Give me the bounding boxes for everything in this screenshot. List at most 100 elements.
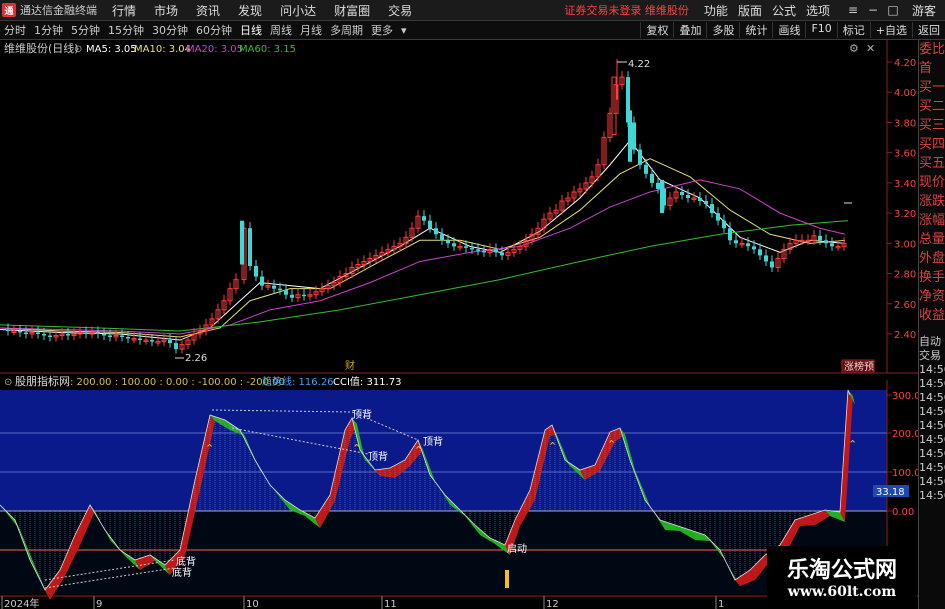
period-multi[interactable]: 多周期: [330, 22, 363, 38]
indicator-tick-label: 0.00: [892, 507, 914, 518]
signal-arrow-icon: ⌃: [205, 442, 214, 455]
stock-name: 维维股份(日线): [4, 41, 79, 55]
low-price-label: 2.26: [185, 353, 207, 364]
period-30min[interactable]: 30分钟: [152, 22, 188, 38]
side-field-label: 买四: [919, 137, 945, 152]
menu-layout[interactable]: 版面: [738, 2, 762, 19]
tool-mark[interactable]: 标记: [836, 22, 870, 38]
settings-gear-icon[interactable]: ⚙: [849, 42, 859, 55]
side-trade-time: 14:56: [919, 447, 945, 460]
top-divergence-1: 顶背: [352, 408, 372, 421]
candle-body: [770, 261, 774, 268]
price-tick-label: 3.60: [894, 149, 916, 160]
bottom-divergence-2: 底背: [172, 566, 192, 579]
period-monthly[interactable]: 月线: [300, 22, 322, 38]
side-field-label: 外盘: [919, 251, 945, 266]
chart-area[interactable]: 维维股份(日线) ⊙ MA5: 3.05 MA10: 3.04 MA20: 3.…: [0, 40, 918, 609]
tool-back[interactable]: 返回: [912, 22, 945, 38]
tool-f10[interactable]: F10: [805, 22, 836, 38]
minimize-icon[interactable]: −: [863, 3, 883, 17]
tool-add-watch[interactable]: +自选: [869, 22, 912, 38]
menu-options[interactable]: 选项: [806, 2, 830, 19]
candle-body: [150, 340, 154, 342]
price-tick-label: 3.00: [894, 239, 916, 250]
period-daily[interactable]: 日线: [240, 22, 262, 38]
date-tick-label: 1: [718, 599, 724, 609]
finance-marker: 财: [345, 359, 355, 372]
candle-body: [48, 335, 52, 338]
close-panel-icon[interactable]: ✕: [866, 42, 875, 55]
menu-formula[interactable]: 公式: [772, 2, 796, 19]
tool-adjust[interactable]: 复权: [640, 22, 673, 38]
tool-overlay[interactable]: 叠加: [673, 22, 706, 38]
period-60min[interactable]: 60分钟: [196, 22, 232, 38]
price-tick-label: 3.40: [894, 179, 916, 190]
menu-news[interactable]: 资讯: [196, 2, 220, 19]
candle-body: [260, 276, 264, 286]
menu-ask[interactable]: 问小达: [280, 2, 316, 19]
chevron-down-icon[interactable]: ▾: [401, 24, 407, 37]
period-bar: 分时 1分钟 5分钟 15分钟 30分钟 60分钟 日线 周线 月线 多周期 更…: [0, 21, 945, 40]
candle-body: [434, 228, 438, 235]
indicator-current-value: 33.18: [876, 487, 905, 498]
side-field-label: 买二: [919, 99, 945, 114]
side-trade-time: 14:56: [919, 391, 945, 404]
candle-body: [138, 338, 142, 341]
candle-body: [746, 243, 750, 247]
tool-stats[interactable]: 统计: [739, 22, 772, 38]
price-tick-label: 2.80: [894, 270, 916, 281]
app-logo-icon: 通: [2, 3, 16, 17]
side-field-label: 净资: [919, 289, 945, 304]
menu-quotes[interactable]: 行情: [112, 2, 136, 19]
indicator-tick-label: 300.0: [892, 391, 918, 402]
menu-wealth[interactable]: 财富圈: [334, 2, 370, 19]
date-tick-label: 9: [96, 599, 102, 609]
side-field-label: 买三: [919, 118, 945, 133]
side-field-label: 买一: [919, 80, 945, 95]
period-5min[interactable]: 5分钟: [71, 22, 100, 38]
indicator-axis: 300.0 200.0 100.0 0.00: [887, 391, 918, 518]
period-intraday[interactable]: 分时: [4, 22, 26, 38]
period-more[interactable]: 更多: [371, 22, 393, 38]
maximize-icon[interactable]: □: [883, 3, 903, 17]
candle-body: [18, 330, 22, 333]
candle-body: [446, 240, 450, 244]
side-trade-time: 14:56: [919, 363, 945, 376]
candle-body: [638, 149, 642, 165]
candle-body: [500, 252, 504, 256]
period-15min[interactable]: 15分钟: [108, 22, 144, 38]
period-1min[interactable]: 1分钟: [34, 22, 63, 38]
candle-body: [686, 194, 690, 198]
tool-multi[interactable]: 多股: [706, 22, 739, 38]
top-divergence-2: 顶背: [368, 450, 388, 463]
guest-label[interactable]: 游客: [912, 2, 936, 19]
candle-body: [494, 249, 498, 253]
ma20-label: MA20: 3.05: [186, 44, 243, 55]
tool-draw[interactable]: 画线: [772, 22, 805, 38]
legend-toggle-icon[interactable]: ⊙: [74, 44, 82, 55]
candle-body: [440, 234, 444, 241]
login-status[interactable]: 证券交易未登录 维维股份: [564, 2, 689, 18]
indicator-toggle-icon[interactable]: ⊙: [4, 377, 12, 388]
candle-body: [656, 182, 660, 189]
ma60-label: MA60: 3.15: [239, 44, 296, 55]
menu-discover[interactable]: 发现: [238, 2, 262, 19]
signal-arrow-icon: ⌃: [352, 442, 361, 455]
price-tick-label: 2.40: [894, 330, 916, 341]
side-field-label: 买五: [919, 156, 945, 171]
menu-list-icon[interactable]: ≡: [843, 3, 863, 17]
candle-body: [66, 334, 70, 336]
watermark-title: 乐淘公式网: [786, 558, 897, 583]
menu-trade[interactable]: 交易: [388, 2, 412, 19]
indicator-name: 股朋指标网: [15, 374, 70, 388]
candle-body: [126, 337, 130, 339]
candle-body: [722, 220, 726, 229]
indicator-tick-label: 100.0: [892, 468, 918, 479]
candle-body: [644, 164, 648, 174]
period-weekly[interactable]: 周线: [270, 22, 292, 38]
rank-badge[interactable]: 涨榜预: [844, 360, 874, 373]
side-field-label: 首: [919, 61, 933, 76]
watermark-url: www.60lt.com: [787, 584, 897, 600]
menu-market[interactable]: 市场: [154, 2, 178, 19]
menu-function[interactable]: 功能: [704, 2, 728, 19]
